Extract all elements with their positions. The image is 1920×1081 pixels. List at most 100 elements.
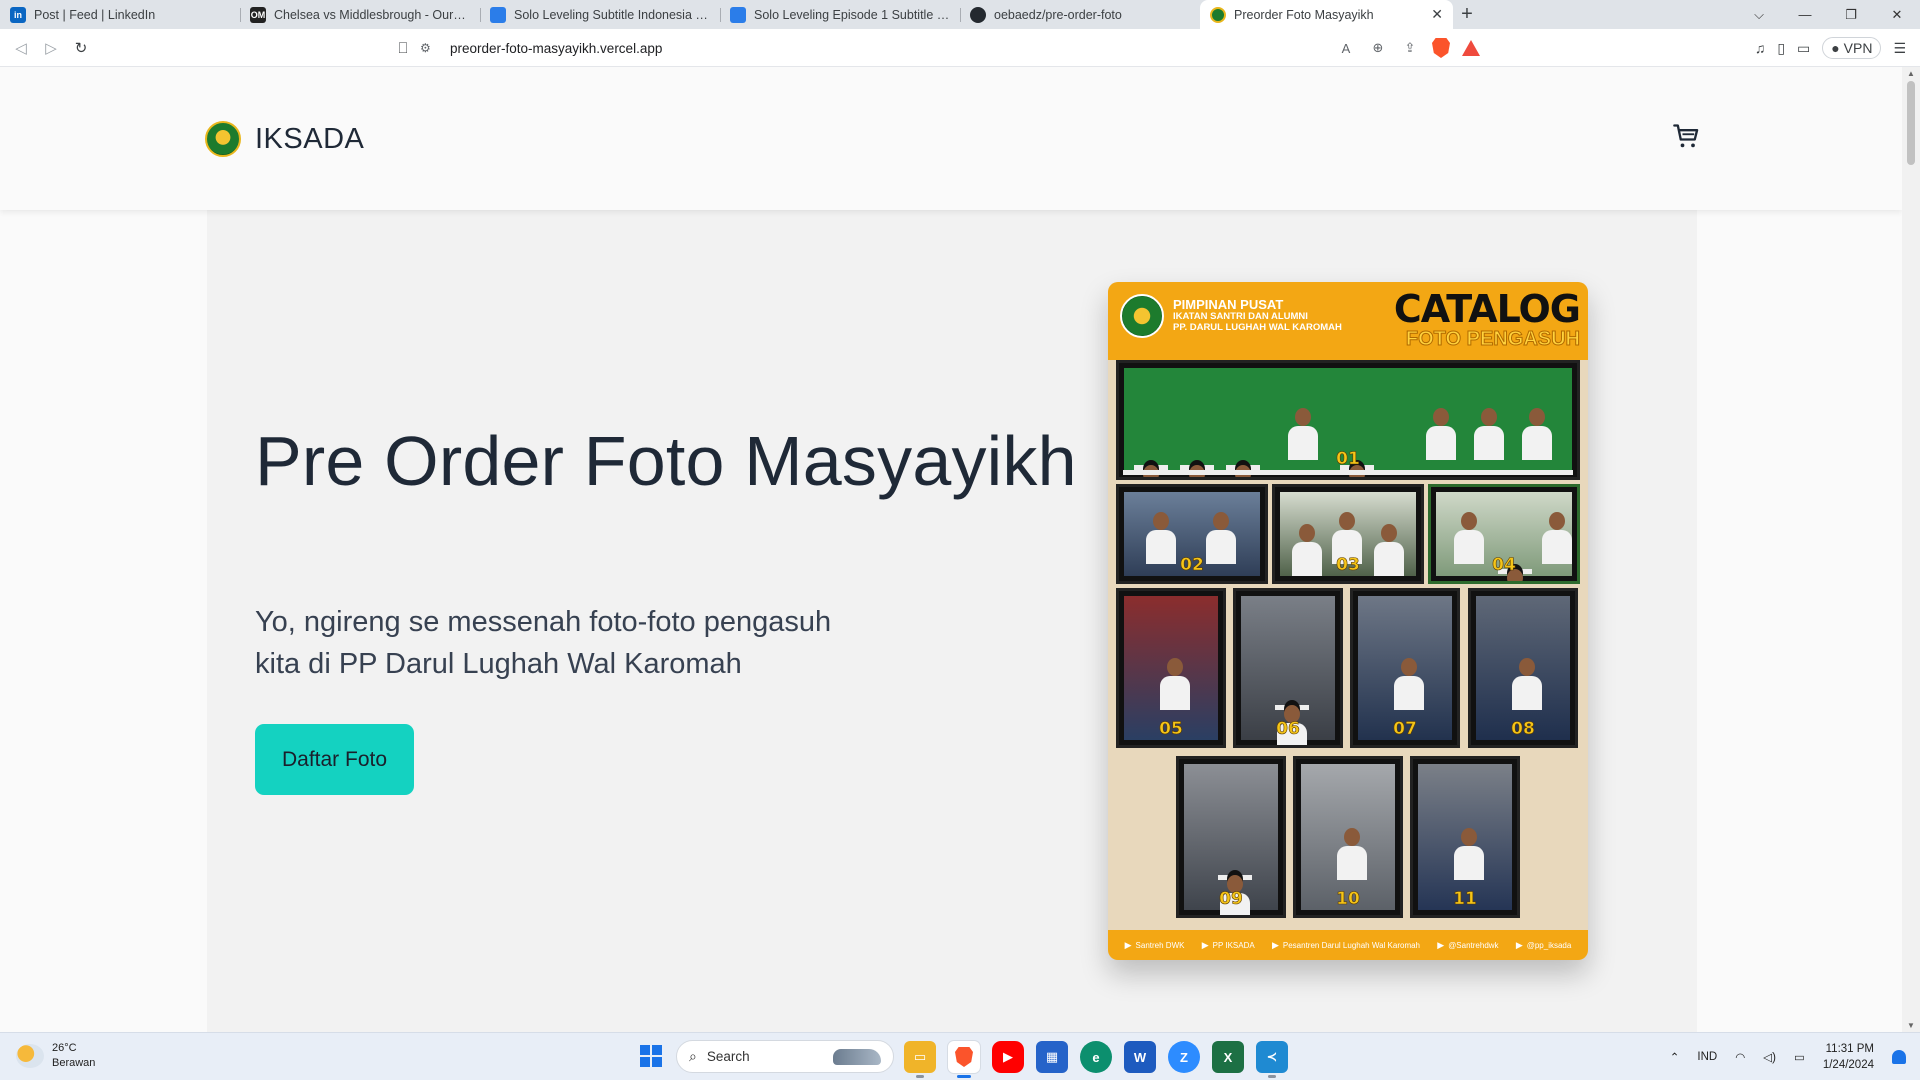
hero-title: Pre Order Foto Masyayikh <box>255 422 1077 500</box>
clock[interactable]: 11:31 PM 1/24/2024 <box>1823 1041 1874 1073</box>
photo-frame: 07 <box>1350 588 1460 748</box>
share-icon[interactable]: ⇪ <box>1400 40 1420 56</box>
reload-icon[interactable]: ↻ <box>66 33 96 63</box>
tab-title: Solo Leveling Episode 1 Subtitle Indones… <box>754 7 950 22</box>
zoom-icon[interactable]: ⊕ <box>1368 40 1388 56</box>
photo-frame: 03 <box>1272 484 1424 584</box>
scroll-up-icon[interactable]: ▲ <box>1907 69 1915 78</box>
org-line: PIMPINAN PUSAT <box>1173 297 1284 312</box>
excel-icon[interactable]: X <box>1212 1041 1244 1073</box>
restore-icon[interactable]: ❐ <box>1828 7 1874 23</box>
site-info-icon[interactable]: ⚙ <box>420 41 436 55</box>
partly-cloudy-icon <box>16 1044 44 1068</box>
zoom-app-icon[interactable]: Z <box>1168 1041 1200 1073</box>
input-language[interactable]: IND <box>1697 1051 1717 1063</box>
photo-frame: 05 <box>1116 588 1226 748</box>
photo-number: 09 <box>1219 889 1243 910</box>
temperature: 26°C <box>52 1042 77 1054</box>
minimize-icon[interactable]: — <box>1782 7 1828 22</box>
show-hidden-icons[interactable]: ⌃ <box>1670 1050 1680 1064</box>
page-gutter-right <box>1697 210 1902 1032</box>
notification-bell-icon[interactable] <box>1892 1050 1906 1064</box>
taskbar-search[interactable]: ⌕ Search <box>676 1040 894 1073</box>
photo-number: 11 <box>1453 889 1477 910</box>
brave-shields-icon[interactable] <box>1432 38 1450 58</box>
battery-icon[interactable]: ▭ <box>1794 1050 1805 1064</box>
close-tab-icon[interactable]: ✕ <box>1431 6 1443 23</box>
wifi-icon[interactable]: ◠ <box>1735 1050 1745 1064</box>
url-text[interactable]: preorder-foto-masyayikh.vercel.app <box>450 41 662 56</box>
tab-search-icon[interactable]: ⌵ <box>1736 7 1782 23</box>
org-line: IKATAN SANTRI DAN ALUMNI <box>1173 311 1308 322</box>
forward-icon[interactable]: ▷ <box>36 33 66 63</box>
search-placeholder: Search <box>706 1049 750 1064</box>
browser-tab-active[interactable]: Preorder Foto Masyayikh ✕ <box>1200 0 1453 29</box>
brave-browser-icon[interactable] <box>948 1041 980 1078</box>
volume-icon[interactable]: ◁) <box>1763 1050 1776 1064</box>
photo-number: 01 <box>1336 449 1360 470</box>
photo-frame: 01 <box>1116 360 1580 480</box>
tab-title: Chelsea vs Middlesbrough - OurMatch <box>274 7 470 22</box>
tab-title: Preorder Foto Masyayikh <box>1234 7 1374 22</box>
brand-name: IKSADA <box>255 122 365 155</box>
edge-icon[interactable]: e <box>1080 1041 1112 1073</box>
weather-widget[interactable]: 26°C Berawan <box>16 1041 95 1071</box>
web-page: IKSADA Pre Order Foto Masyayikh Yo, ngir… <box>0 67 1902 1032</box>
media-icon[interactable]: ♫ <box>1755 40 1766 56</box>
browser-tab[interactable]: oebaedz/pre-order-foto <box>960 0 1200 29</box>
photo-frame: 06 <box>1233 588 1343 748</box>
github-icon <box>970 6 986 23</box>
file-explorer-icon[interactable]: ▭ <box>904 1041 936 1078</box>
cart-icon[interactable] <box>1672 122 1700 150</box>
search-icon: ⌕ <box>689 1048 697 1064</box>
catalog-poster-image: PIMPINAN PUSAT IKATAN SANTRI DAN ALUMNI … <box>1108 282 1588 960</box>
page-gutter-left <box>0 210 207 1032</box>
hero-subtitle: Yo, ngireng se messenah foto-foto pengas… <box>255 606 832 680</box>
new-tab-button[interactable]: + <box>1453 0 1481 29</box>
photo-number: 04 <box>1492 555 1516 576</box>
menu-icon[interactable]: ☰ <box>1893 40 1906 57</box>
microsoft-store-icon[interactable]: ▦ <box>1036 1041 1068 1073</box>
daftar-foto-button[interactable]: Daftar Foto <box>255 724 414 795</box>
catalog-heading: CATALOG <box>1393 287 1581 331</box>
youtube-icon[interactable]: ▶ <box>992 1041 1024 1073</box>
social-handle: Santreh DWK <box>1125 940 1185 951</box>
photo-number: 03 <box>1336 555 1360 576</box>
browser-tab[interactable]: Solo Leveling Episode 1 Subtitle Indones… <box>720 0 960 29</box>
photo-frame: 04 <box>1428 484 1580 584</box>
scrollbar-thumb[interactable] <box>1907 81 1915 165</box>
tab-title: Post | Feed | LinkedIn <box>34 7 156 22</box>
close-window-icon[interactable]: ✕ <box>1874 7 1920 23</box>
back-icon[interactable]: ◁ <box>6 33 36 63</box>
vscode-icon[interactable]: ≺ <box>1256 1041 1288 1078</box>
photo-frame: 08 <box>1468 588 1578 748</box>
poster-title: CATALOG FOTO PENGASUH <box>1393 287 1581 351</box>
org-line: PP. DARUL LUGHAH WAL KAROMAH <box>1173 322 1342 333</box>
bookmark-icon[interactable]: ⎕ <box>388 33 418 63</box>
vpn-button[interactable]: ● VPN <box>1822 37 1882 59</box>
social-handle: Pesantren Darul Lughah Wal Karomah <box>1272 940 1420 951</box>
sidebar-icon[interactable]: ▯ <box>1777 40 1785 57</box>
poster-header: PIMPINAN PUSAT IKATAN SANTRI DAN ALUMNI … <box>1108 282 1588 360</box>
site-logo[interactable]: IKSADA <box>205 121 364 157</box>
toolbar-right: ♫ ▯ ▭ ● VPN ☰ <box>1755 33 1920 63</box>
browser-tab[interactable]: in Post | Feed | LinkedIn <box>0 0 240 29</box>
translate-icon[interactable]: A <box>1336 41 1356 56</box>
wallet-icon[interactable]: ▭ <box>1797 40 1810 57</box>
page-scrollbar[interactable]: ▲ ▼ <box>1902 67 1920 1032</box>
windows-start-icon[interactable] <box>640 1045 662 1067</box>
scroll-down-icon[interactable]: ▼ <box>1907 1021 1915 1030</box>
photo-number: 06 <box>1276 719 1300 740</box>
vpn-label: VPN <box>1843 40 1873 56</box>
browser-tab[interactable]: OM Chelsea vs Middlesbrough - OurMatch <box>240 0 480 29</box>
poster-footer: Santreh DWK PP IKSADA Pesantren Darul Lu… <box>1108 930 1588 960</box>
date: 1/24/2024 <box>1822 1059 1874 1071</box>
page-icon <box>730 6 746 23</box>
weather-condition: Berawan <box>52 1057 96 1069</box>
social-handle: @Santrehdwk <box>1437 940 1498 951</box>
browser-tab[interactable]: Solo Leveling Subtitle Indonesia | Otaku <box>480 0 720 29</box>
photo-number: 02 <box>1180 555 1204 576</box>
word-icon[interactable]: W <box>1124 1041 1156 1073</box>
photo-number: 05 <box>1159 719 1183 740</box>
brave-rewards-icon[interactable] <box>1462 40 1480 56</box>
